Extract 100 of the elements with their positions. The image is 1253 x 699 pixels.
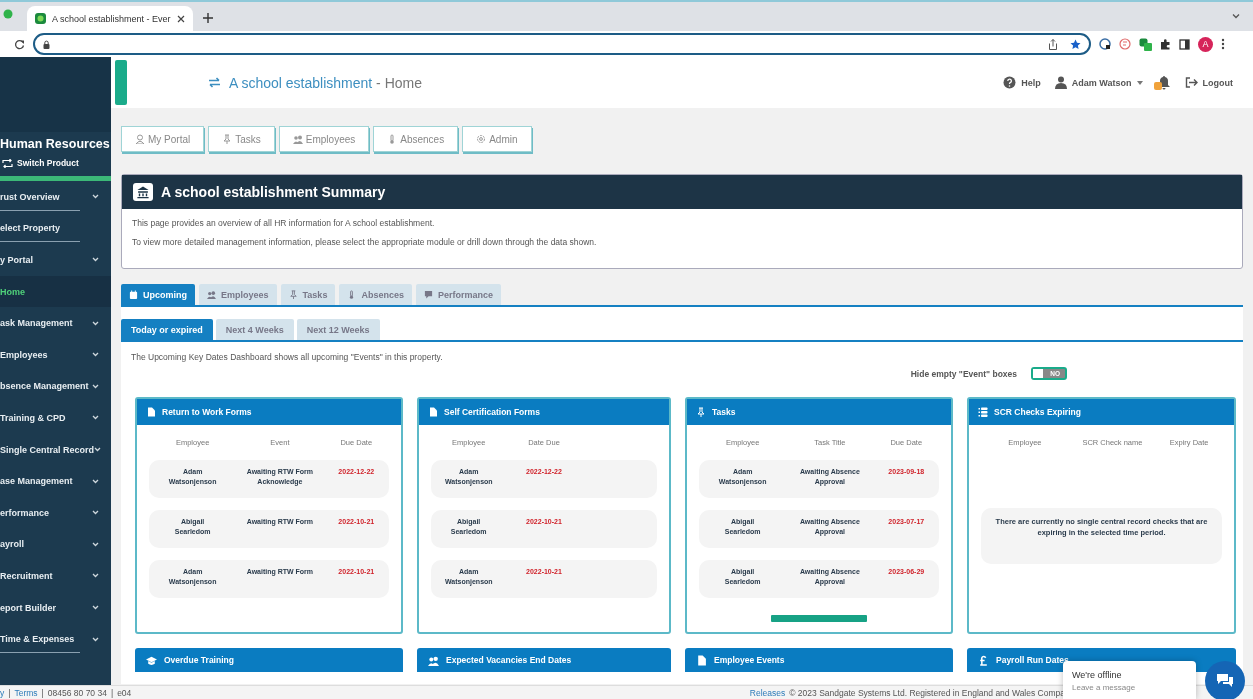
chevron-down-icon — [92, 320, 99, 326]
module-button[interactable]: Admin — [462, 126, 532, 152]
card-icon — [696, 654, 707, 666]
summary-text: To view more detailed management information, please select the appropriate module or drill down through the data shown. — [132, 237, 598, 247]
module-icon — [476, 134, 487, 144]
chevron-down-icon[interactable] — [1231, 11, 1241, 21]
star-icon[interactable] — [1070, 38, 1081, 50]
summary-text: This page provides an overview of all HR information for A school establishment. — [132, 218, 436, 228]
side-panel-icon[interactable] — [1179, 38, 1190, 50]
profile-avatar[interactable]: A — [1198, 36, 1213, 52]
sidebar-item[interactable]: ase Management — [0, 465, 111, 497]
sidebar-item[interactable]: bsence Management — [0, 370, 111, 403]
card-icon — [428, 654, 439, 666]
module-icon — [135, 134, 145, 144]
chevron-down-icon — [92, 194, 99, 200]
card-icon — [696, 407, 706, 417]
user-menu[interactable]: Adam Watson — [1054, 76, 1143, 89]
help-link[interactable]: Help — [1003, 76, 1041, 89]
card-title: Tasks — [712, 407, 736, 417]
chat-widget[interactable]: We're offline Leave a message — [1063, 661, 1196, 699]
period-tab[interactable]: Today or expired — [121, 319, 213, 340]
sidebar-item[interactable]: Time & Expenses — [0, 623, 111, 655]
chevron-down-icon — [92, 605, 99, 610]
logout-link[interactable]: Logout — [1184, 77, 1233, 88]
reload-icon[interactable] — [14, 38, 25, 50]
item-label: Home — [0, 286, 25, 297]
footer-link[interactable]: Terms — [14, 687, 38, 698]
puzzle-icon[interactable] — [1160, 38, 1171, 50]
switch-icon — [2, 158, 13, 168]
browser-tab[interactable]: A school establishment - Ever — [27, 6, 193, 31]
chevron-down-icon — [94, 447, 102, 453]
building-icon — [133, 183, 153, 201]
item-label: ayroll — [0, 539, 24, 550]
sidebar-item[interactable]: Home — [0, 275, 111, 308]
item-label: Single Central Record — [0, 444, 95, 455]
lock-icon — [43, 39, 50, 49]
summary-title: A school establishment Summary — [161, 184, 386, 200]
chat-icon — [1216, 673, 1234, 689]
item-label: Training & CPD — [0, 412, 66, 423]
chevron-down-icon — [92, 257, 99, 263]
item-label: Employees — [0, 349, 48, 360]
item-label: eport Builder — [0, 602, 56, 613]
module-button[interactable]: My Portal — [121, 126, 205, 152]
sidebar-item[interactable]: y Portal — [0, 244, 111, 276]
sidebar-item[interactable]: elect Property — [0, 212, 111, 245]
address-field[interactable] — [33, 33, 1091, 55]
separator: | — [41, 687, 44, 698]
page-title: A school establishment - Home — [229, 74, 422, 91]
more-menu-icon[interactable] — [1221, 38, 1225, 50]
caret-icon — [1136, 80, 1143, 85]
item-label: y Portal — [0, 255, 33, 265]
sidebar-item[interactable]: erformance — [0, 496, 111, 529]
card-title: SCR Checks Expiring — [994, 407, 1081, 417]
share-icon[interactable] — [1048, 38, 1058, 50]
dashboard-tab[interactable]: Performance — [415, 284, 501, 305]
period-tab[interactable]: Next 4 Weeks — [215, 319, 294, 340]
item-label: Recruitment — [0, 570, 53, 581]
module-button[interactable]: Employees — [278, 126, 370, 152]
sidebar-item[interactable]: Employees — [0, 338, 111, 371]
footer-text: e04 — [117, 687, 132, 698]
releases-link[interactable]: Releases — [749, 687, 786, 698]
tab-icon — [129, 290, 138, 299]
close-icon[interactable] — [176, 14, 185, 23]
tab-icon — [423, 290, 433, 299]
swap-icon[interactable] — [208, 77, 221, 88]
chevron-down-icon — [92, 510, 99, 516]
sidebar-item[interactable]: rust Overview — [0, 181, 111, 213]
chat-status: We're offline — [1072, 670, 1123, 680]
card-title: Return to Work Forms — [162, 407, 252, 417]
separator: | — [110, 687, 114, 698]
new-tab-icon[interactable] — [202, 13, 213, 23]
sidebar-toggle-handle[interactable] — [115, 60, 127, 105]
sidebar-item[interactable]: Recruitment — [0, 560, 111, 592]
sidebar-item[interactable]: Training & CPD — [0, 402, 111, 434]
chevron-down-icon — [92, 541, 99, 547]
sidebar-item[interactable]: ask Management — [0, 307, 111, 339]
module-button[interactable]: Tasks — [208, 126, 275, 152]
footer-link[interactable]: y — [0, 687, 5, 698]
chat-prompt: Leave a message — [1072, 683, 1137, 692]
favicon-icon — [35, 13, 46, 24]
sidebar-item[interactable]: eport Builder — [0, 591, 111, 624]
dashboard-tab[interactable]: Upcoming — [121, 284, 195, 305]
chevron-down-icon — [92, 352, 99, 358]
window-dot-icon[interactable] — [3, 9, 13, 19]
module-button[interactable]: Absences — [373, 126, 459, 152]
item-label: erformance — [0, 507, 50, 518]
card-title: Expected Vacancies End Dates — [446, 655, 572, 665]
dashboard-tab[interactable]: Employees — [199, 284, 277, 305]
help-icon — [1003, 76, 1017, 89]
tab-icon — [207, 290, 216, 299]
switch-product-link[interactable]: Switch Product — [2, 158, 111, 168]
module-icon — [292, 134, 303, 144]
item-label: bsence Management — [0, 381, 89, 392]
sidebar-item[interactable]: ayroll — [0, 528, 111, 561]
dashboard-tab[interactable]: Absences — [339, 284, 412, 305]
sidebar-item[interactable]: Single Central Record — [0, 433, 111, 466]
card-icon — [146, 407, 156, 417]
notification-badge — [1153, 81, 1162, 90]
tab-icon — [288, 290, 298, 299]
extension-icon[interactable] — [1099, 38, 1111, 50]
